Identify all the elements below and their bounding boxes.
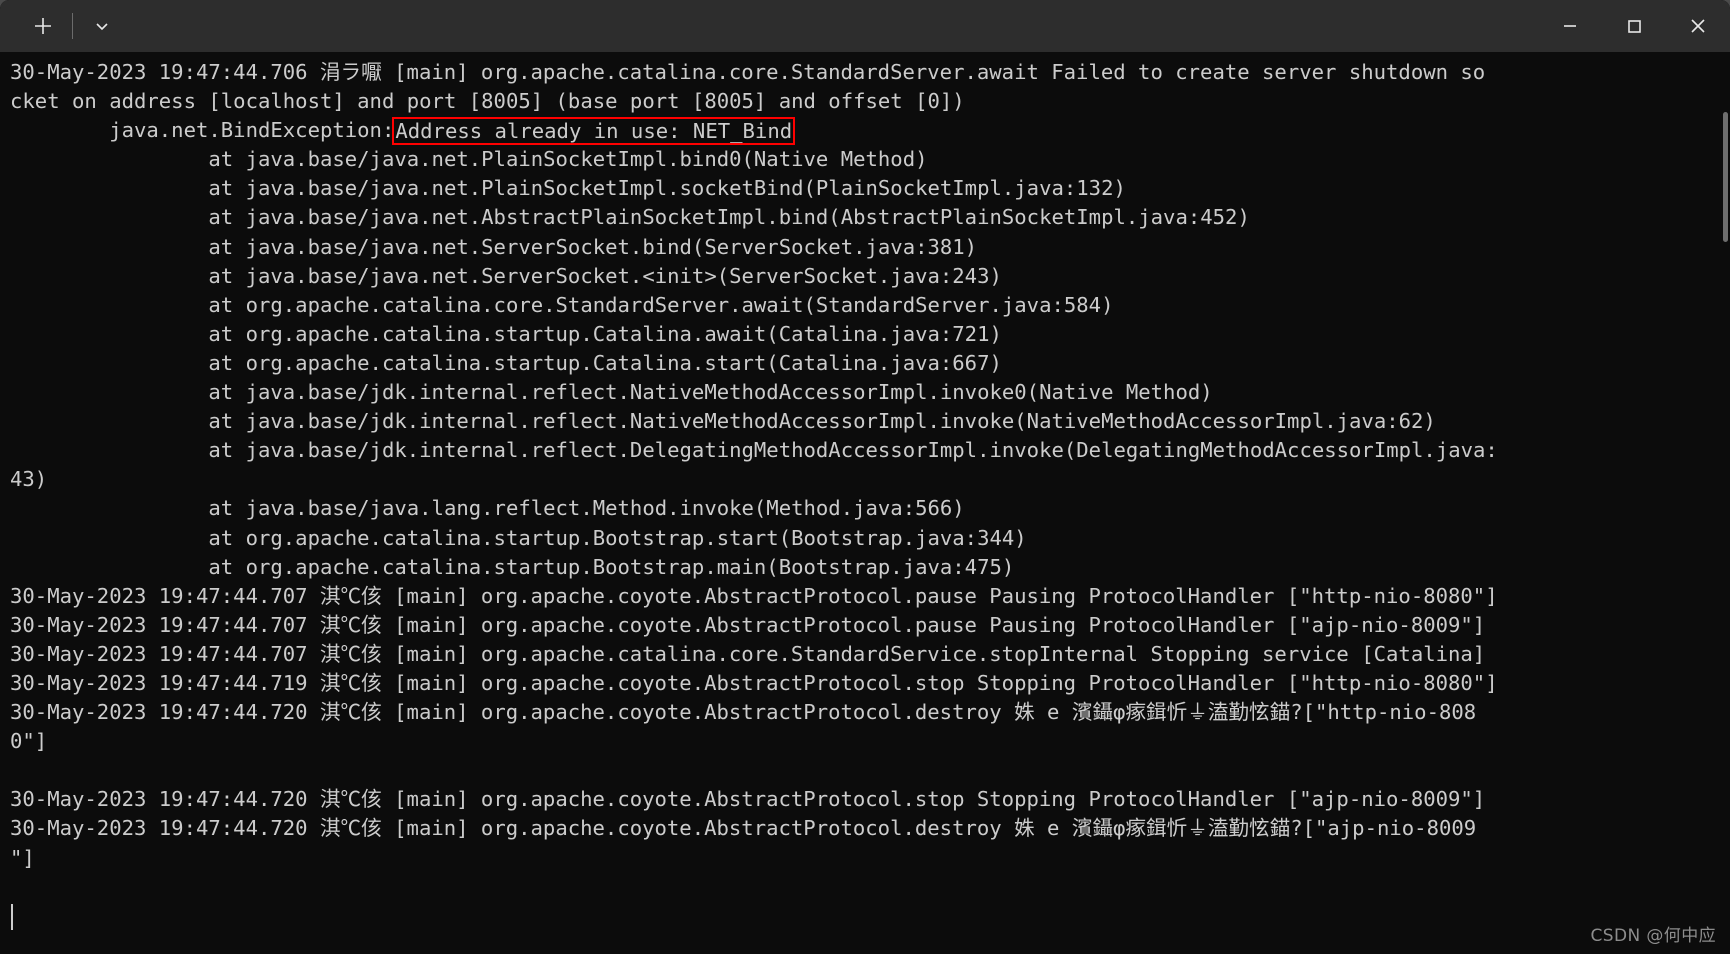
minimize-icon <box>1564 25 1576 27</box>
terminal-line: 30-May-2023 19:47:44.720 淇℃侅 [main] org.… <box>10 787 1486 812</box>
terminal-line: 0"] <box>10 729 48 754</box>
terminal-output-pane[interactable]: 30-May-2023 19:47:44.706 涓ラ嚈 [main] org.… <box>0 52 1730 954</box>
window-titlebar <box>0 0 1730 52</box>
terminal-line: 30-May-2023 19:47:44.707 淇℃侅 [main] org.… <box>10 612 1486 637</box>
terminal-line: 30-May-2023 19:47:44.706 涓ラ嚈 [main] org.… <box>10 60 1486 84</box>
terminal-cursor <box>11 904 13 930</box>
terminal-line: 43) <box>10 467 48 492</box>
terminal-line: at java.base/java.net.PlainSocketImpl.bi… <box>10 147 928 172</box>
terminal-line: cket on address [localhost] and port [80… <box>10 89 965 114</box>
terminal-line: 30-May-2023 19:47:44.719 淇℃侅 [main] org.… <box>10 670 1498 695</box>
terminal-line: java.net.BindException:Address already i… <box>10 116 1730 146</box>
titlebar-left-controls <box>0 0 125 52</box>
tab-dropdown-button[interactable] <box>79 6 125 46</box>
terminal-line: 30-May-2023 19:47:44.720 淇℃侅 [main] org.… <box>10 700 1477 725</box>
terminal-line: at org.apache.catalina.core.StandardServ… <box>10 292 1114 317</box>
terminal-line: at org.apache.catalina.startup.Bootstrap… <box>10 554 1015 579</box>
close-button[interactable] <box>1666 0 1730 52</box>
terminal-line: at java.base/jdk.internal.reflect.Native… <box>10 409 1436 434</box>
terminal-scrollbar[interactable] <box>1721 52 1730 954</box>
minimize-button[interactable] <box>1538 0 1602 52</box>
plus-icon <box>35 18 51 34</box>
terminal-line: at org.apache.catalina.startup.Bootstrap… <box>10 525 1027 550</box>
terminal-line: at org.apache.catalina.startup.Catalina.… <box>10 321 1002 346</box>
terminal-line: 30-May-2023 19:47:44.720 淇℃侅 [main] org.… <box>10 816 1477 841</box>
maximize-icon <box>1628 20 1641 33</box>
terminal-window: 30-May-2023 19:47:44.706 涓ラ嚈 [main] org.… <box>0 0 1730 954</box>
terminal-line: "] <box>10 845 35 870</box>
terminal-line: 30-May-2023 19:47:44.707 淇℃侅 [main] org.… <box>10 641 1486 666</box>
scrollbar-thumb[interactable] <box>1723 112 1728 242</box>
terminal-line: at java.base/jdk.internal.reflect.Native… <box>10 380 1213 405</box>
window-controls <box>1538 0 1730 52</box>
terminal-line: at org.apache.catalina.startup.Catalina.… <box>10 350 1002 375</box>
terminal-line: at java.base/java.net.PlainSocketImpl.so… <box>10 176 1126 201</box>
close-icon <box>1691 19 1705 33</box>
terminal-log-lines: 30-May-2023 19:47:44.706 涓ラ嚈 [main] org.… <box>10 58 1730 873</box>
terminal-line: at java.base/java.net.ServerSocket.<init… <box>10 263 1002 288</box>
terminal-line: at java.base/java.net.AbstractPlainSocke… <box>10 205 1250 230</box>
new-tab-button[interactable] <box>20 6 66 46</box>
titlebar-divider <box>72 13 73 39</box>
terminal-line: at java.base/java.lang.reflect.Method.in… <box>10 496 965 521</box>
maximize-button[interactable] <box>1602 0 1666 52</box>
terminal-line: 30-May-2023 19:47:44.707 淇℃侅 [main] org.… <box>10 583 1498 608</box>
error-highlight-box: Address already in use: NET_Bind <box>392 117 796 146</box>
chevron-down-icon <box>96 23 108 31</box>
terminal-line: at java.base/java.net.ServerSocket.bind(… <box>10 234 978 259</box>
terminal-line: at java.base/jdk.internal.reflect.Delega… <box>10 438 1498 463</box>
